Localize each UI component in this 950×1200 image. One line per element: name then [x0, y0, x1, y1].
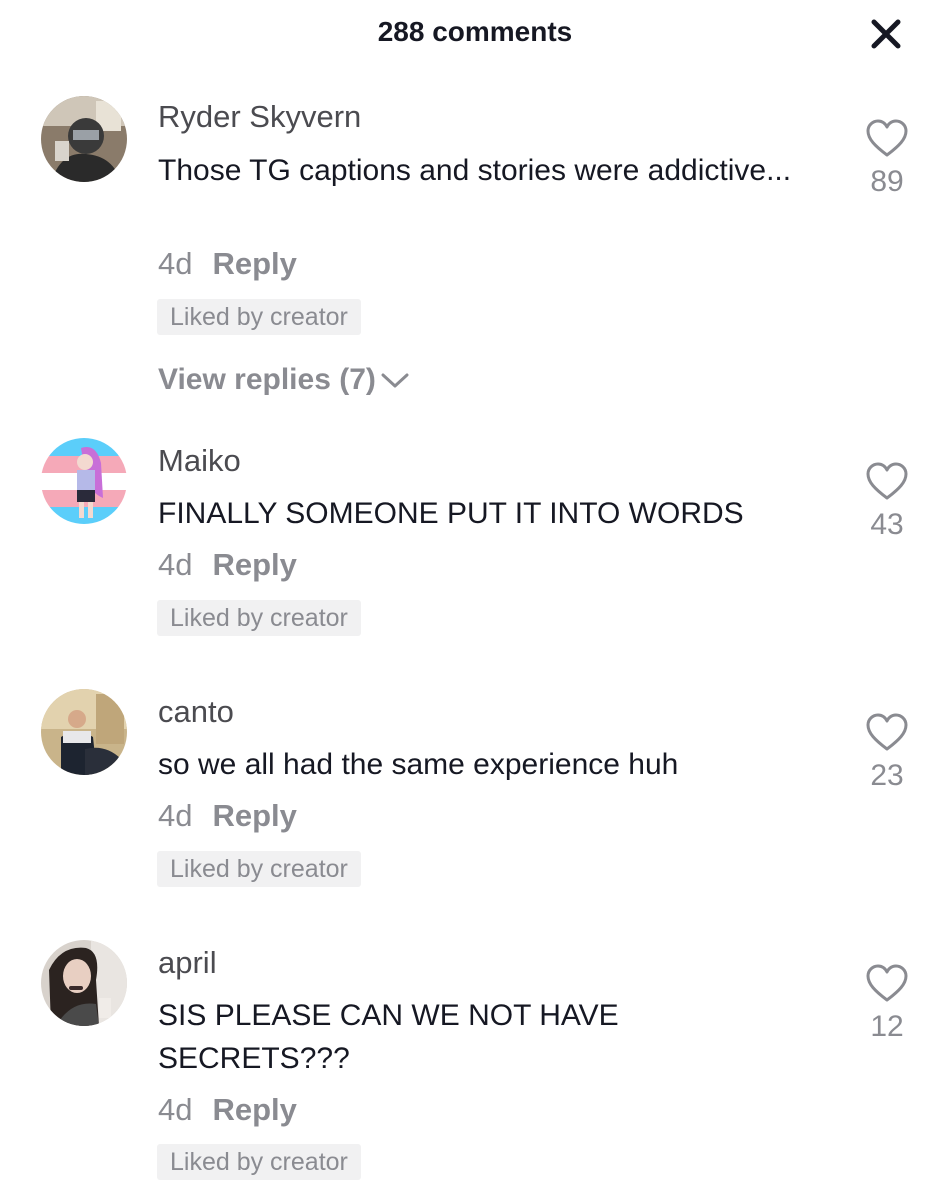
comment-time: 4d — [158, 246, 193, 281]
comments-header: 288 comments — [0, 0, 950, 70]
like-count: 89 — [870, 165, 904, 198]
avatar[interactable] — [41, 96, 127, 182]
heart-icon — [866, 713, 908, 751]
chevron-down-icon — [381, 373, 409, 388]
view-replies-label: View replies (7) — [158, 363, 376, 396]
like-button[interactable]: 43 — [856, 461, 918, 542]
close-icon — [871, 19, 901, 49]
liked-by-creator-badge: Liked by creator — [157, 299, 361, 335]
liked-by-creator-badge: Liked by creator — [157, 851, 361, 887]
avatar[interactable] — [41, 438, 127, 524]
heart-icon — [866, 119, 908, 157]
avatar[interactable] — [41, 940, 127, 1026]
heart-icon — [866, 964, 908, 1002]
reply-button[interactable]: Reply — [212, 246, 296, 281]
view-replies-button[interactable]: View replies (7) — [158, 363, 410, 397]
reply-button[interactable]: Reply — [212, 1092, 296, 1127]
like-count: 12 — [870, 1010, 904, 1043]
comment-text: so we all had the same experience huh — [158, 748, 679, 781]
comments-count-title: 288 comments — [377, 16, 573, 47]
liked-by-creator-badge: Liked by creator — [157, 600, 361, 636]
comment-username[interactable]: canto — [158, 694, 234, 730]
like-button[interactable]: 89 — [856, 118, 918, 199]
heart-icon — [866, 462, 908, 500]
comment-meta: 4d Reply — [158, 246, 297, 282]
comment-meta: 4d Reply — [158, 798, 297, 834]
comment-text: FINALLY SOMEONE PUT IT INTO WORDS — [158, 497, 744, 530]
comment-time: 4d — [158, 547, 193, 582]
comment-text: SIS PLEASE CAN WE NOT HAVE SECRETS??? — [158, 999, 619, 1075]
comment-meta: 4d Reply — [158, 1092, 297, 1128]
close-button[interactable] — [866, 14, 906, 54]
reply-button[interactable]: Reply — [212, 547, 296, 582]
like-count: 23 — [870, 759, 904, 792]
like-button[interactable]: 12 — [856, 963, 918, 1044]
liked-by-creator-badge: Liked by creator — [157, 1144, 361, 1180]
comment-time: 4d — [158, 1092, 193, 1127]
like-count: 43 — [870, 508, 904, 541]
like-button[interactable]: 23 — [856, 712, 918, 793]
comment-meta: 4d Reply — [158, 547, 297, 583]
reply-button[interactable]: Reply — [212, 798, 296, 833]
comment-time: 4d — [158, 798, 193, 833]
avatar[interactable] — [41, 689, 127, 775]
comment-username[interactable]: april — [158, 945, 217, 981]
comment-text: Those TG captions and stories were addic… — [158, 154, 792, 187]
comment-username[interactable]: Maiko — [158, 443, 241, 479]
comment-username[interactable]: Ryder Skyvern — [158, 99, 361, 135]
